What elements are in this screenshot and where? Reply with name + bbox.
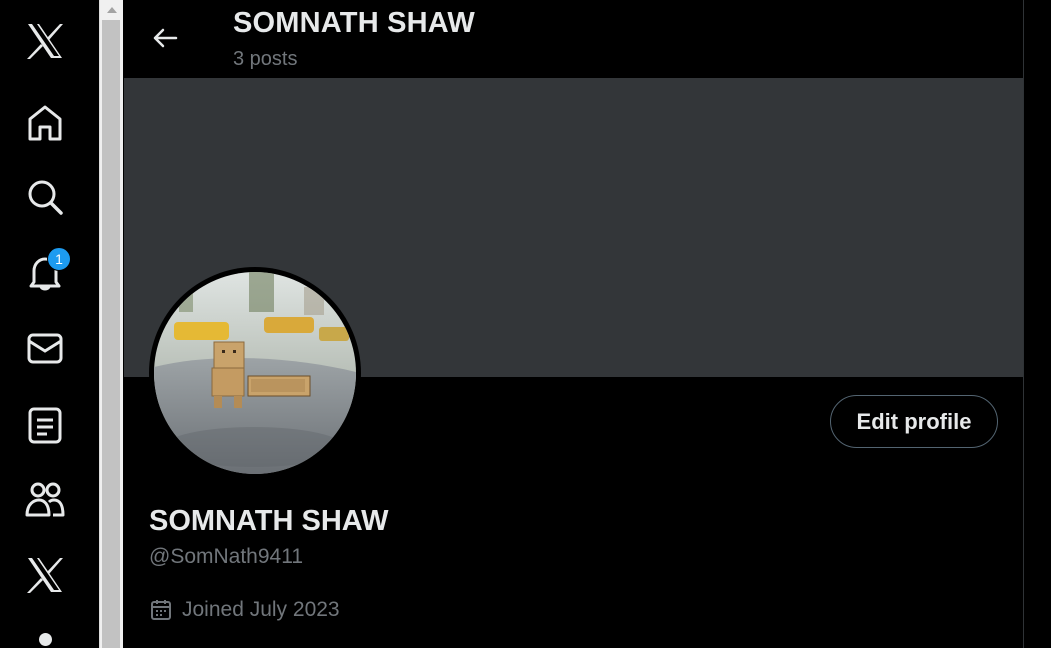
back-arrow-icon[interactable] [145,18,185,58]
calendar-icon [149,598,173,622]
x-premium-icon[interactable] [25,555,65,595]
notification-badge: 1 [47,247,71,271]
header-title: SOMNATH SHAW [233,7,475,39]
scrollbar[interactable] [99,0,123,648]
scroll-thumb[interactable] [102,20,120,648]
scroll-up-arrow-icon[interactable] [100,0,123,20]
header-post-count: 3 posts [233,48,298,70]
app-window: 1 SOMNATH SHAW 3 posts Edit profile SOMN… [0,0,1051,648]
joined-text: Joined July 2023 [182,598,340,621]
profile-header-bar: SOMNATH SHAW 3 posts [123,0,1023,78]
search-icon[interactable] [25,177,65,217]
profile-name: SOMNATH SHAW [149,505,389,537]
profile-column: SOMNATH SHAW 3 posts Edit profile SOMNAT… [123,0,1024,648]
x-logo-icon[interactable] [25,21,65,61]
lists-icon[interactable] [25,405,65,445]
home-icon[interactable] [25,103,65,143]
joined-date: Joined July 2023 [149,598,340,622]
left-nav: 1 [0,0,99,648]
edit-profile-button[interactable]: Edit profile [830,395,998,448]
communities-icon[interactable] [25,480,65,520]
avatar[interactable] [149,267,361,479]
profile-nav-icon[interactable] [39,633,52,646]
mail-icon[interactable] [25,329,65,369]
avatar-image [154,272,356,474]
profile-handle: @SomNath9411 [149,545,304,568]
